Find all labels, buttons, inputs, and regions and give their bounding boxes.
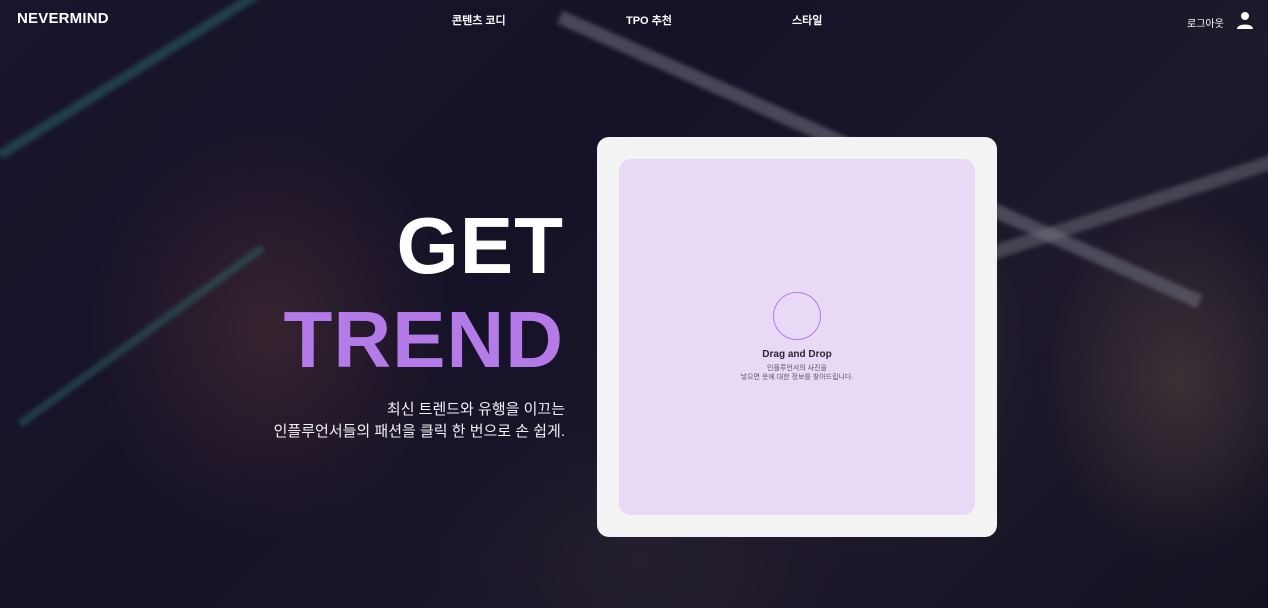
subtitle-line: 인플루언서의 사진을 [767, 365, 827, 372]
headline-get: GET [396, 201, 564, 290]
nav-link-style[interactable]: 스타일 [792, 12, 822, 28]
upload-card: Drag and Drop 인플루언서의 사진을 넣으면 옷에 대한 정보를 찾… [597, 137, 997, 537]
logout-link[interactable]: 로그아웃 [1187, 15, 1224, 30]
upload-circle-icon [773, 292, 821, 340]
subtitle-line: 넣으면 옷에 대한 정보를 찾아드립니다. [740, 374, 854, 381]
hero-tagline: 최신 트렌드와 유행을 이끄는 인플루언서들의 패션을 클릭 한 번으로 손 쉽… [274, 399, 565, 443]
drop-zone-title: Drag and Drop [762, 349, 832, 360]
top-nav: NEVERMIND 콘텐츠 코디 TPO 추천 스타일 로그아웃 [0, 0, 1268, 36]
drop-zone[interactable]: Drag and Drop 인플루언서의 사진을 넣으면 옷에 대한 정보를 찾… [619, 159, 975, 515]
logo[interactable]: NEVERMIND [17, 10, 109, 27]
hero-section: NEVERMIND 콘텐츠 코디 TPO 추천 스타일 로그아웃 GET TRE… [0, 0, 1268, 608]
tagline-line: 인플루언서들의 패션을 클릭 한 번으로 손 쉽게. [273, 423, 565, 440]
tagline-line: 최신 트렌드와 유행을 이끄는 [386, 401, 565, 418]
nav-link-tpo[interactable]: TPO 추천 [626, 12, 672, 28]
headline-trend: TREND [283, 295, 564, 384]
nav-link-content-coordi[interactable]: 콘텐츠 코디 [452, 12, 506, 28]
user-icon[interactable] [1236, 11, 1254, 29]
drop-zone-subtitle: 인플루언서의 사진을 넣으면 옷에 대한 정보를 찾아드립니다. [619, 364, 975, 382]
